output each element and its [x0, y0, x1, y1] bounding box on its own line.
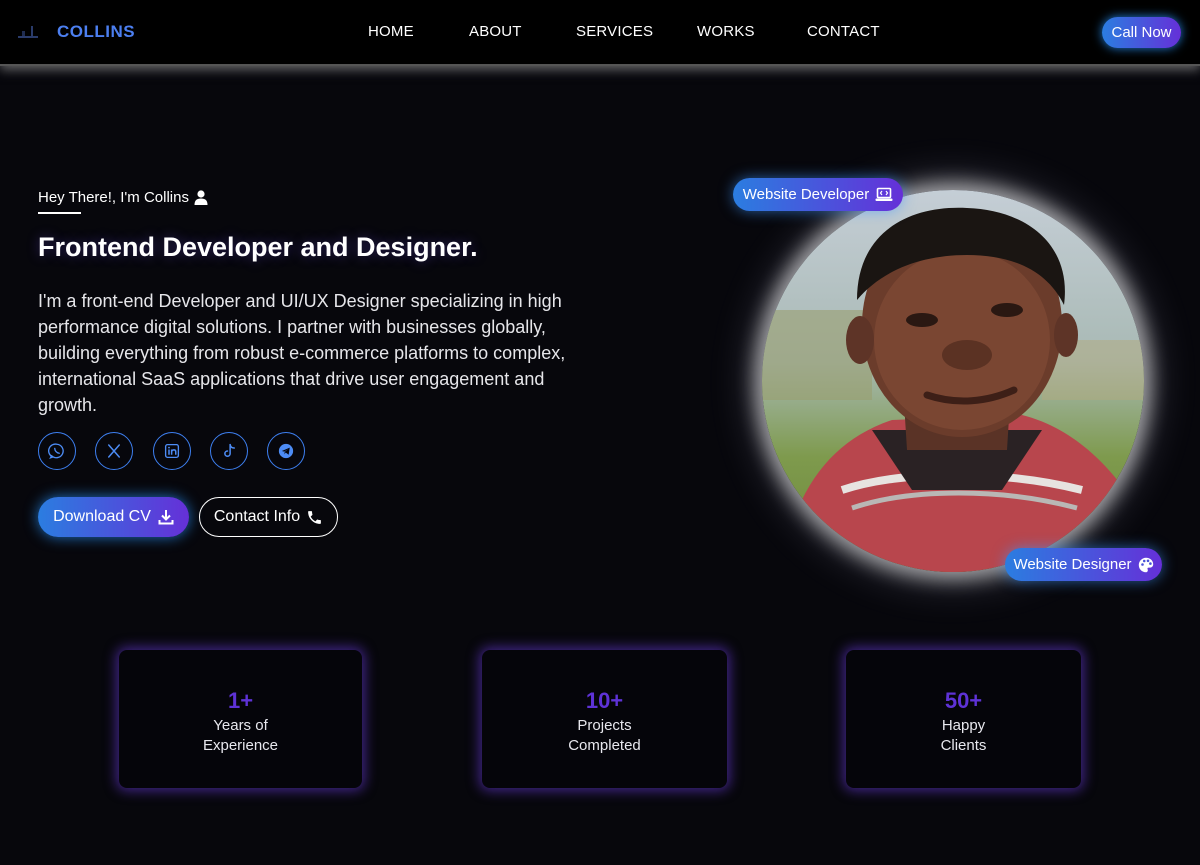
website-developer-badge: Website Developer	[733, 178, 903, 211]
x-icon	[108, 444, 120, 458]
stat-card-clients: 50+ Happy Clients	[846, 650, 1081, 788]
telegram-link[interactable]	[267, 432, 305, 470]
greeting-text: Hey There!, I'm Collins	[38, 189, 189, 206]
greeting-underline	[38, 212, 81, 214]
greeting: Hey There!, I'm Collins	[38, 189, 208, 206]
user-icon	[194, 190, 208, 205]
stat-label-line2: Experience	[202, 737, 279, 754]
whatsapp-link[interactable]	[38, 432, 76, 470]
stat-number: 1+	[227, 688, 254, 713]
download-cv-button[interactable]: Download CV	[38, 497, 189, 537]
stat-card-experience: 1+ Years of Experience	[119, 650, 362, 788]
linkedin-icon	[164, 443, 180, 459]
stat-number: 50+	[944, 688, 983, 713]
download-cv-label: Download CV	[53, 508, 151, 525]
whatsapp-icon	[48, 443, 64, 460]
website-designer-badge: Website Designer	[1005, 548, 1162, 581]
designer-badge-label: Website Designer	[1013, 556, 1132, 573]
linkedin-link[interactable]	[153, 432, 191, 470]
nav-link-about[interactable]: ABOUT	[469, 23, 522, 40]
telegram-icon	[278, 443, 294, 459]
bio-text: I'm a front-end Developer and UI/UX Desi…	[38, 291, 566, 415]
brand-name[interactable]: COLLINS	[57, 22, 135, 42]
download-icon	[158, 510, 174, 525]
stat-label-line2: Clients	[940, 737, 987, 754]
nav-link-home[interactable]: HOME	[368, 23, 414, 40]
logo-icon[interactable]	[16, 22, 40, 42]
stat-label-line1: Projects	[577, 717, 632, 734]
call-now-button[interactable]: Call Now	[1102, 17, 1181, 48]
palette-icon	[1138, 557, 1153, 572]
x-link[interactable]	[95, 432, 133, 470]
profile-photo	[762, 190, 1144, 572]
stat-label-line2: Completed	[568, 737, 641, 754]
stat-number: 10+	[585, 688, 624, 713]
stat-label-line1: Years of	[213, 717, 268, 734]
developer-badge-label: Website Developer	[742, 186, 870, 203]
nav-link-works[interactable]: WORKS	[697, 23, 755, 40]
stat-card-projects: 10+ Projects Completed	[482, 650, 727, 788]
phone-icon	[308, 510, 322, 524]
tiktok-icon	[224, 443, 235, 457]
laptop-code-icon	[875, 187, 893, 201]
navbar: COLLINS HOME ABOUT SERVICES WORKS CONTAC…	[0, 0, 1200, 64]
contact-info-button[interactable]: Contact Info	[199, 497, 338, 537]
nav-link-contact[interactable]: CONTACT	[807, 23, 880, 40]
tiktok-link[interactable]	[210, 432, 248, 470]
page-title: Frontend Developer and Designer.	[38, 232, 478, 262]
stat-label-line1: Happy	[941, 717, 986, 734]
contact-info-label: Contact Info	[213, 508, 301, 525]
nav-link-services[interactable]: SERVICES	[576, 23, 653, 40]
